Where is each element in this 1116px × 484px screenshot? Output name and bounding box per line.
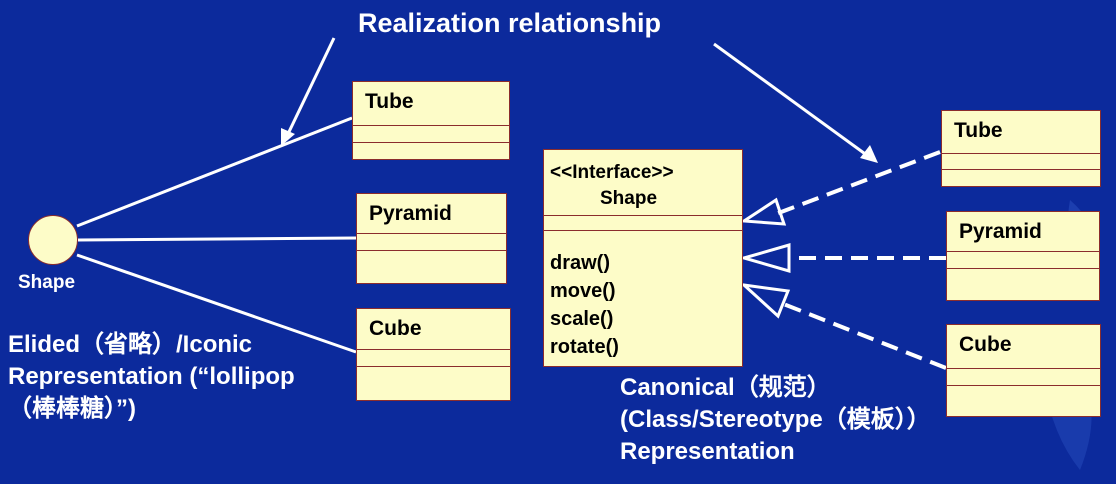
class-name: Tube xyxy=(954,119,1003,142)
class-box-cube-right: Cube xyxy=(946,324,1101,417)
realization-cube xyxy=(739,282,947,370)
class-box-tube-left: Tube xyxy=(352,81,510,160)
class-box-pyramid-right: Pyramid xyxy=(946,211,1100,301)
caption-line: Representation (“lollipop xyxy=(8,363,295,390)
caption-line: Elided（省略）/Iconic xyxy=(8,331,253,358)
interface-name: Shape xyxy=(600,188,658,209)
realization-tube xyxy=(739,150,941,226)
caption-canonical: Canonical（规范） (Class/Stereotype（模板）） Rep… xyxy=(620,372,931,468)
lollipop-line-pyramid xyxy=(77,236,357,242)
diagram-title: Realization relationship xyxy=(358,8,662,38)
caption-elided: Elided（省略）/Iconic Representation (“lolli… xyxy=(8,329,295,425)
lollipop-label: Shape xyxy=(18,272,76,293)
operation-scale: scale() xyxy=(550,308,614,330)
caption-line: Canonical（规范） xyxy=(620,374,831,401)
operation-move: move() xyxy=(550,280,616,302)
interface-stereotype: <<Interface>> xyxy=(550,162,674,183)
pointer-arrow-right xyxy=(713,42,878,163)
caption-line: Representation xyxy=(620,438,795,465)
caption-line: (Class/Stereotype（模板）） xyxy=(620,406,931,433)
caption-line: （棒棒糖）”) xyxy=(8,395,136,422)
class-name: Cube xyxy=(959,333,1012,356)
operation-draw: draw() xyxy=(550,252,610,274)
class-name: Tube xyxy=(365,90,414,113)
class-name: Pyramid xyxy=(959,220,1042,243)
class-name: Cube xyxy=(369,317,422,340)
class-name: Pyramid xyxy=(369,202,452,225)
class-box-tube-right: Tube xyxy=(941,110,1101,187)
realization-pyramid xyxy=(738,243,946,273)
operation-rotate: rotate() xyxy=(550,336,619,358)
lollipop-interface-icon xyxy=(28,215,78,265)
lollipop-line-tube xyxy=(76,116,353,228)
class-box-pyramid-left: Pyramid xyxy=(356,193,507,284)
class-box-cube-left: Cube xyxy=(356,308,511,401)
interface-box-shape: <<Interface>> Shape draw() move() scale(… xyxy=(543,149,743,367)
